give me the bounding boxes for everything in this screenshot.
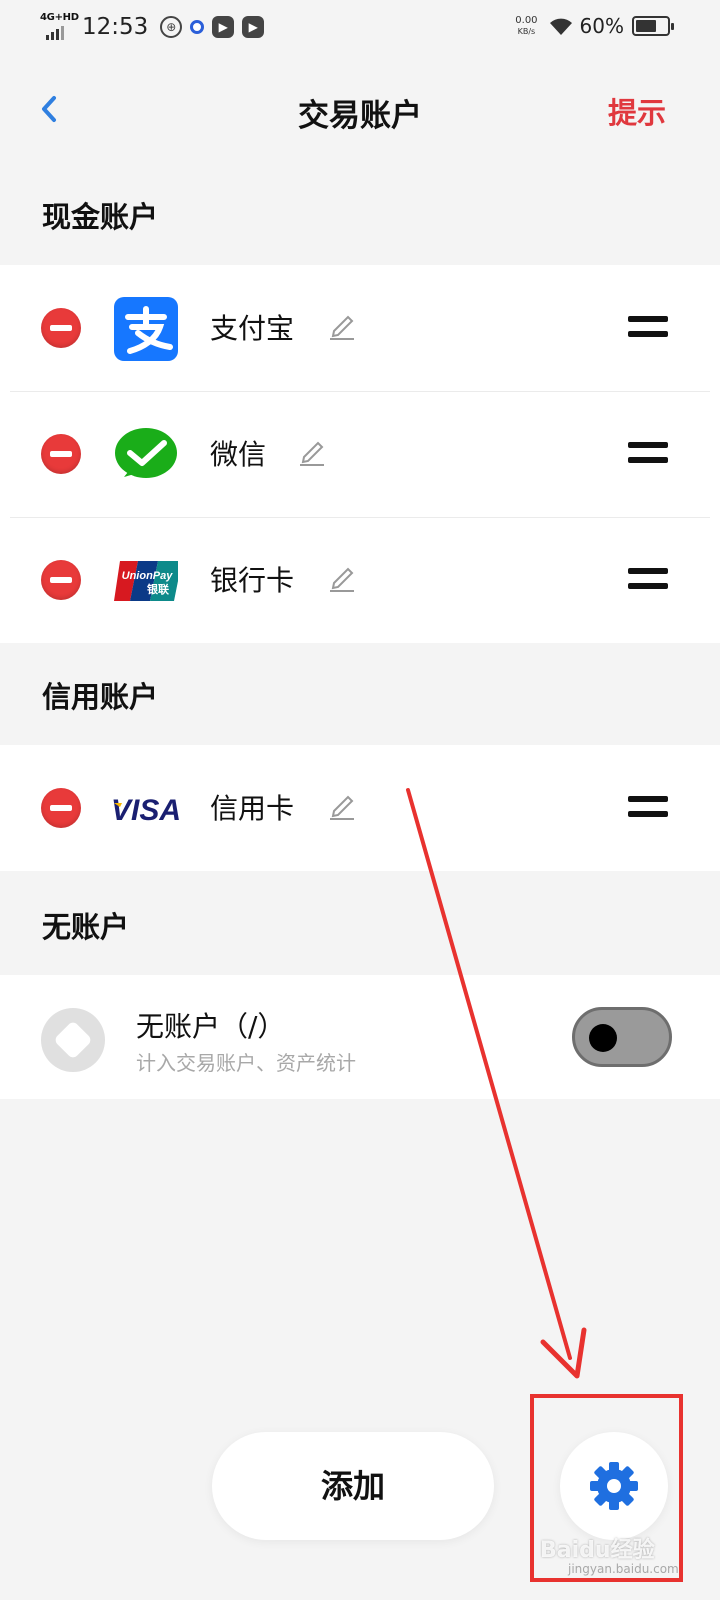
account-row-bankcard[interactable]: UnionPay 银联 银行卡	[0, 517, 720, 643]
tip-button[interactable]: 提示	[608, 90, 666, 132]
app-notification-icon	[190, 20, 205, 34]
section-title-cash: 现金账户	[42, 200, 159, 234]
account-label: 银行卡	[210, 564, 295, 597]
drag-handle-icon[interactable]	[628, 316, 668, 340]
edit-icon[interactable]	[298, 435, 326, 467]
drag-handle-icon[interactable]	[628, 796, 668, 820]
wechat-logo-icon	[115, 428, 177, 478]
edit-icon[interactable]	[328, 309, 356, 341]
clock: 12:53	[82, 14, 149, 40]
section-title-none: 无账户	[42, 910, 130, 944]
watermark: Baidu经验	[540, 1538, 655, 1563]
svg-text:UnionPay: UnionPay	[122, 570, 174, 582]
section-title-credit: 信用账户	[42, 680, 159, 714]
toggle-knob	[589, 1024, 617, 1052]
account-label: 信用卡	[210, 792, 295, 825]
account-row-alipay[interactable]: 支付宝	[0, 265, 720, 391]
account-row-creditcard[interactable]: VISA 信用卡	[0, 745, 720, 871]
visa-logo-icon: VISA	[111, 794, 181, 827]
cash-account-list: 支付宝 微信 UnionPay 银联 银行卡	[0, 265, 720, 643]
top-bar: 交易账户 提示	[0, 70, 720, 150]
network-speed: 0.00 KB/s	[515, 15, 538, 36]
svg-text:VISA: VISA	[111, 794, 181, 827]
no-account-row: 无账户（/） 计入交易账户、资产统计	[0, 975, 720, 1099]
remove-icon[interactable]	[41, 308, 81, 348]
add-button[interactable]: 添加	[212, 1432, 494, 1540]
no-account-toggle[interactable]	[572, 1007, 672, 1067]
drag-handle-icon[interactable]	[628, 442, 668, 466]
remove-icon[interactable]	[41, 788, 81, 828]
battery-percent: 60%	[579, 14, 624, 38]
account-label: 支付宝	[210, 312, 295, 345]
diamond-icon	[41, 1008, 105, 1072]
remove-icon[interactable]	[41, 434, 81, 474]
credit-account-list: VISA 信用卡	[0, 745, 720, 871]
remove-icon[interactable]	[41, 560, 81, 600]
account-row-wechat[interactable]: 微信	[0, 391, 720, 517]
battery-icon	[632, 16, 674, 36]
notification-icon: ⊕	[160, 16, 183, 38]
alipay-logo-icon	[114, 297, 178, 361]
account-label: 微信	[210, 438, 267, 471]
no-account-name: 无账户（/）	[136, 1010, 286, 1043]
edit-icon[interactable]	[328, 789, 356, 821]
wifi-icon	[549, 18, 572, 35]
no-account-subtitle: 计入交易账户、资产统计	[136, 1051, 356, 1075]
drag-handle-icon[interactable]	[628, 568, 668, 592]
status-bar: 4G+HD 12:53 ⊕ ▶ ▶ 0.00 KB/s 60%	[0, 0, 720, 56]
play-notification-icon: ▶	[212, 16, 235, 38]
unionpay-logo-icon: UnionPay 银联	[114, 561, 178, 601]
signal-icon: 4G+HD	[40, 12, 79, 40]
watermark-url: jingyan.baidu.com	[568, 1562, 679, 1576]
edit-icon[interactable]	[328, 561, 356, 593]
svg-text:银联: 银联	[147, 582, 169, 596]
play-notification-icon-2: ▶	[242, 16, 265, 38]
